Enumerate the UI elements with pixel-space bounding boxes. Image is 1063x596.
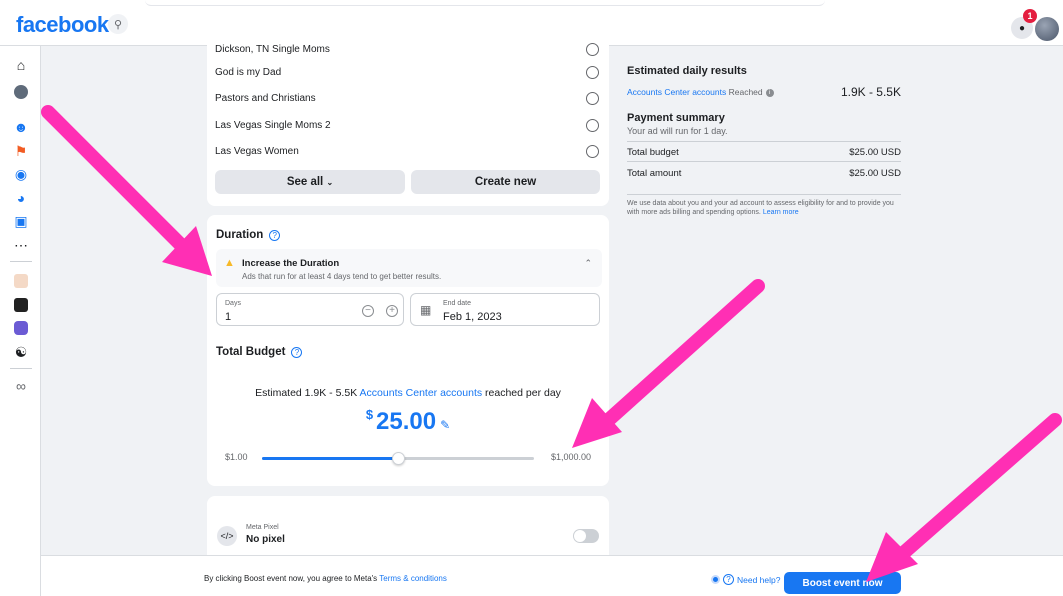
- top-divider: [145, 0, 825, 6]
- calendar-icon: ▦: [420, 303, 432, 317]
- pink-arrow: [41, 105, 212, 276]
- slider-fill: [262, 457, 398, 460]
- see-all-button[interactable]: See all ⌄: [215, 170, 405, 194]
- duration-warning[interactable]: ▲ Increase the Duration Ads that run for…: [216, 249, 602, 287]
- radio-button[interactable]: [586, 118, 599, 132]
- slider-min-label: $1.00: [225, 452, 248, 462]
- notification-badge: 1: [1023, 9, 1037, 23]
- pixel-toggle[interactable]: [573, 529, 599, 543]
- budget-amount[interactable]: $25.00 ✎: [207, 407, 609, 436]
- total-budget-row: Total budget $25.00 USD: [627, 147, 901, 158]
- notifications-button[interactable]: ● 1: [1011, 9, 1037, 39]
- divider: [627, 161, 901, 162]
- days-field[interactable]: Days 1 − +: [216, 293, 404, 326]
- accounts-center-link[interactable]: Accounts Center accounts: [627, 87, 726, 97]
- info-icon[interactable]: i: [765, 89, 774, 97]
- end-date-field[interactable]: ▦ End date Feb 1, 2023: [410, 293, 600, 326]
- help-icon[interactable]: ?: [291, 346, 303, 358]
- radio-button[interactable]: [586, 65, 599, 79]
- help-icon: ?: [723, 574, 734, 585]
- decrement-icon[interactable]: −: [362, 305, 374, 317]
- shortcut-icon[interactable]: [12, 319, 30, 337]
- terms-text: By clicking Boost event now, you agree t…: [204, 574, 447, 583]
- pixel-card: </> Meta Pixel No pixel: [207, 496, 609, 555]
- rail-divider: [10, 261, 32, 262]
- left-sidebar: ⌂ ☻ ⚑ ◉ ◕ ▣ ⋯ ☯ ∞: [0, 46, 41, 596]
- reached-row: Accounts Center accounts Reached i 1.9K -…: [627, 85, 901, 99]
- chevron-down-icon: ⌄: [326, 177, 334, 187]
- search-icon[interactable]: ⚲: [108, 14, 128, 34]
- help-icon[interactable]: ?: [269, 229, 281, 241]
- groups-icon[interactable]: ☯: [12, 343, 30, 361]
- boost-event-button[interactable]: Boost event now: [784, 572, 901, 594]
- link-icon[interactable]: ∞: [12, 377, 30, 395]
- facebook-logo[interactable]: facebook: [16, 12, 109, 38]
- radio-button[interactable]: [586, 91, 599, 105]
- radio-button[interactable]: [586, 144, 599, 158]
- pages-flag-icon[interactable]: ⚑: [12, 142, 30, 160]
- bell-icon: ●: [1018, 22, 1026, 34]
- shortcut-icon[interactable]: [12, 296, 30, 314]
- terms-link[interactable]: Terms & conditions: [379, 574, 447, 583]
- radio-button[interactable]: [586, 42, 599, 56]
- divider: [627, 194, 901, 195]
- marketplace-icon[interactable]: ▣: [12, 212, 30, 230]
- warning-icon: ▲: [224, 257, 235, 269]
- slider-max-label: $1,000.00: [550, 452, 591, 462]
- duration-title: Duration ?: [216, 229, 281, 241]
- list-item[interactable]: Pastors and Christians: [215, 85, 601, 111]
- ads-icon[interactable]: ◕: [12, 189, 30, 207]
- learn-more-link[interactable]: Learn more: [763, 209, 799, 216]
- rail-divider: [10, 368, 32, 369]
- disclaimer-text: We use data about you and your ad accoun…: [627, 200, 894, 216]
- home-icon[interactable]: ⌂: [12, 56, 30, 74]
- payment-summary-title: Payment summary: [627, 112, 725, 124]
- list-item[interactable]: Las Vegas Single Moms 2: [215, 112, 601, 138]
- need-help-link[interactable]: ? Need help?: [711, 574, 780, 585]
- budget-slider[interactable]: [262, 452, 534, 465]
- avatar[interactable]: [12, 83, 30, 101]
- profile-avatar[interactable]: [1035, 17, 1059, 41]
- results-title: Estimated daily results: [627, 65, 747, 77]
- menu-grid-icon[interactable]: ⋯: [12, 236, 30, 254]
- pencil-icon[interactable]: ✎: [440, 418, 450, 432]
- divider: [627, 141, 901, 142]
- accounts-center-link[interactable]: Accounts Center accounts: [360, 387, 483, 399]
- audience-card: Dickson, TN Single Moms God is my Dad Pa…: [207, 40, 609, 206]
- slider-handle[interactable]: [392, 452, 405, 465]
- footer-bar: By clicking Boost event now, you agree t…: [41, 555, 1063, 596]
- total-budget-title: Total Budget ?: [216, 346, 303, 358]
- code-icon: </>: [217, 526, 237, 546]
- toggle-dot-icon: [711, 575, 720, 584]
- list-item[interactable]: God is my Dad: [215, 59, 601, 85]
- watch-icon[interactable]: ◉: [12, 165, 30, 183]
- estimate-text: Estimated 1.9K - 5.5K Accounts Center ac…: [255, 387, 561, 399]
- create-new-button[interactable]: Create new: [411, 170, 600, 194]
- chevron-up-icon[interactable]: ⌃: [584, 258, 592, 269]
- duration-budget-card: Duration ? ▲ Increase the Duration Ads t…: [207, 215, 609, 486]
- shortcut-icon[interactable]: [12, 272, 30, 290]
- payment-subtitle: Your ad will run for 1 day.: [627, 126, 728, 136]
- total-amount-row: Total amount $25.00 USD: [627, 168, 901, 179]
- increment-icon[interactable]: +: [386, 305, 398, 317]
- list-item[interactable]: Las Vegas Women: [215, 138, 601, 164]
- friends-icon[interactable]: ☻: [12, 118, 30, 136]
